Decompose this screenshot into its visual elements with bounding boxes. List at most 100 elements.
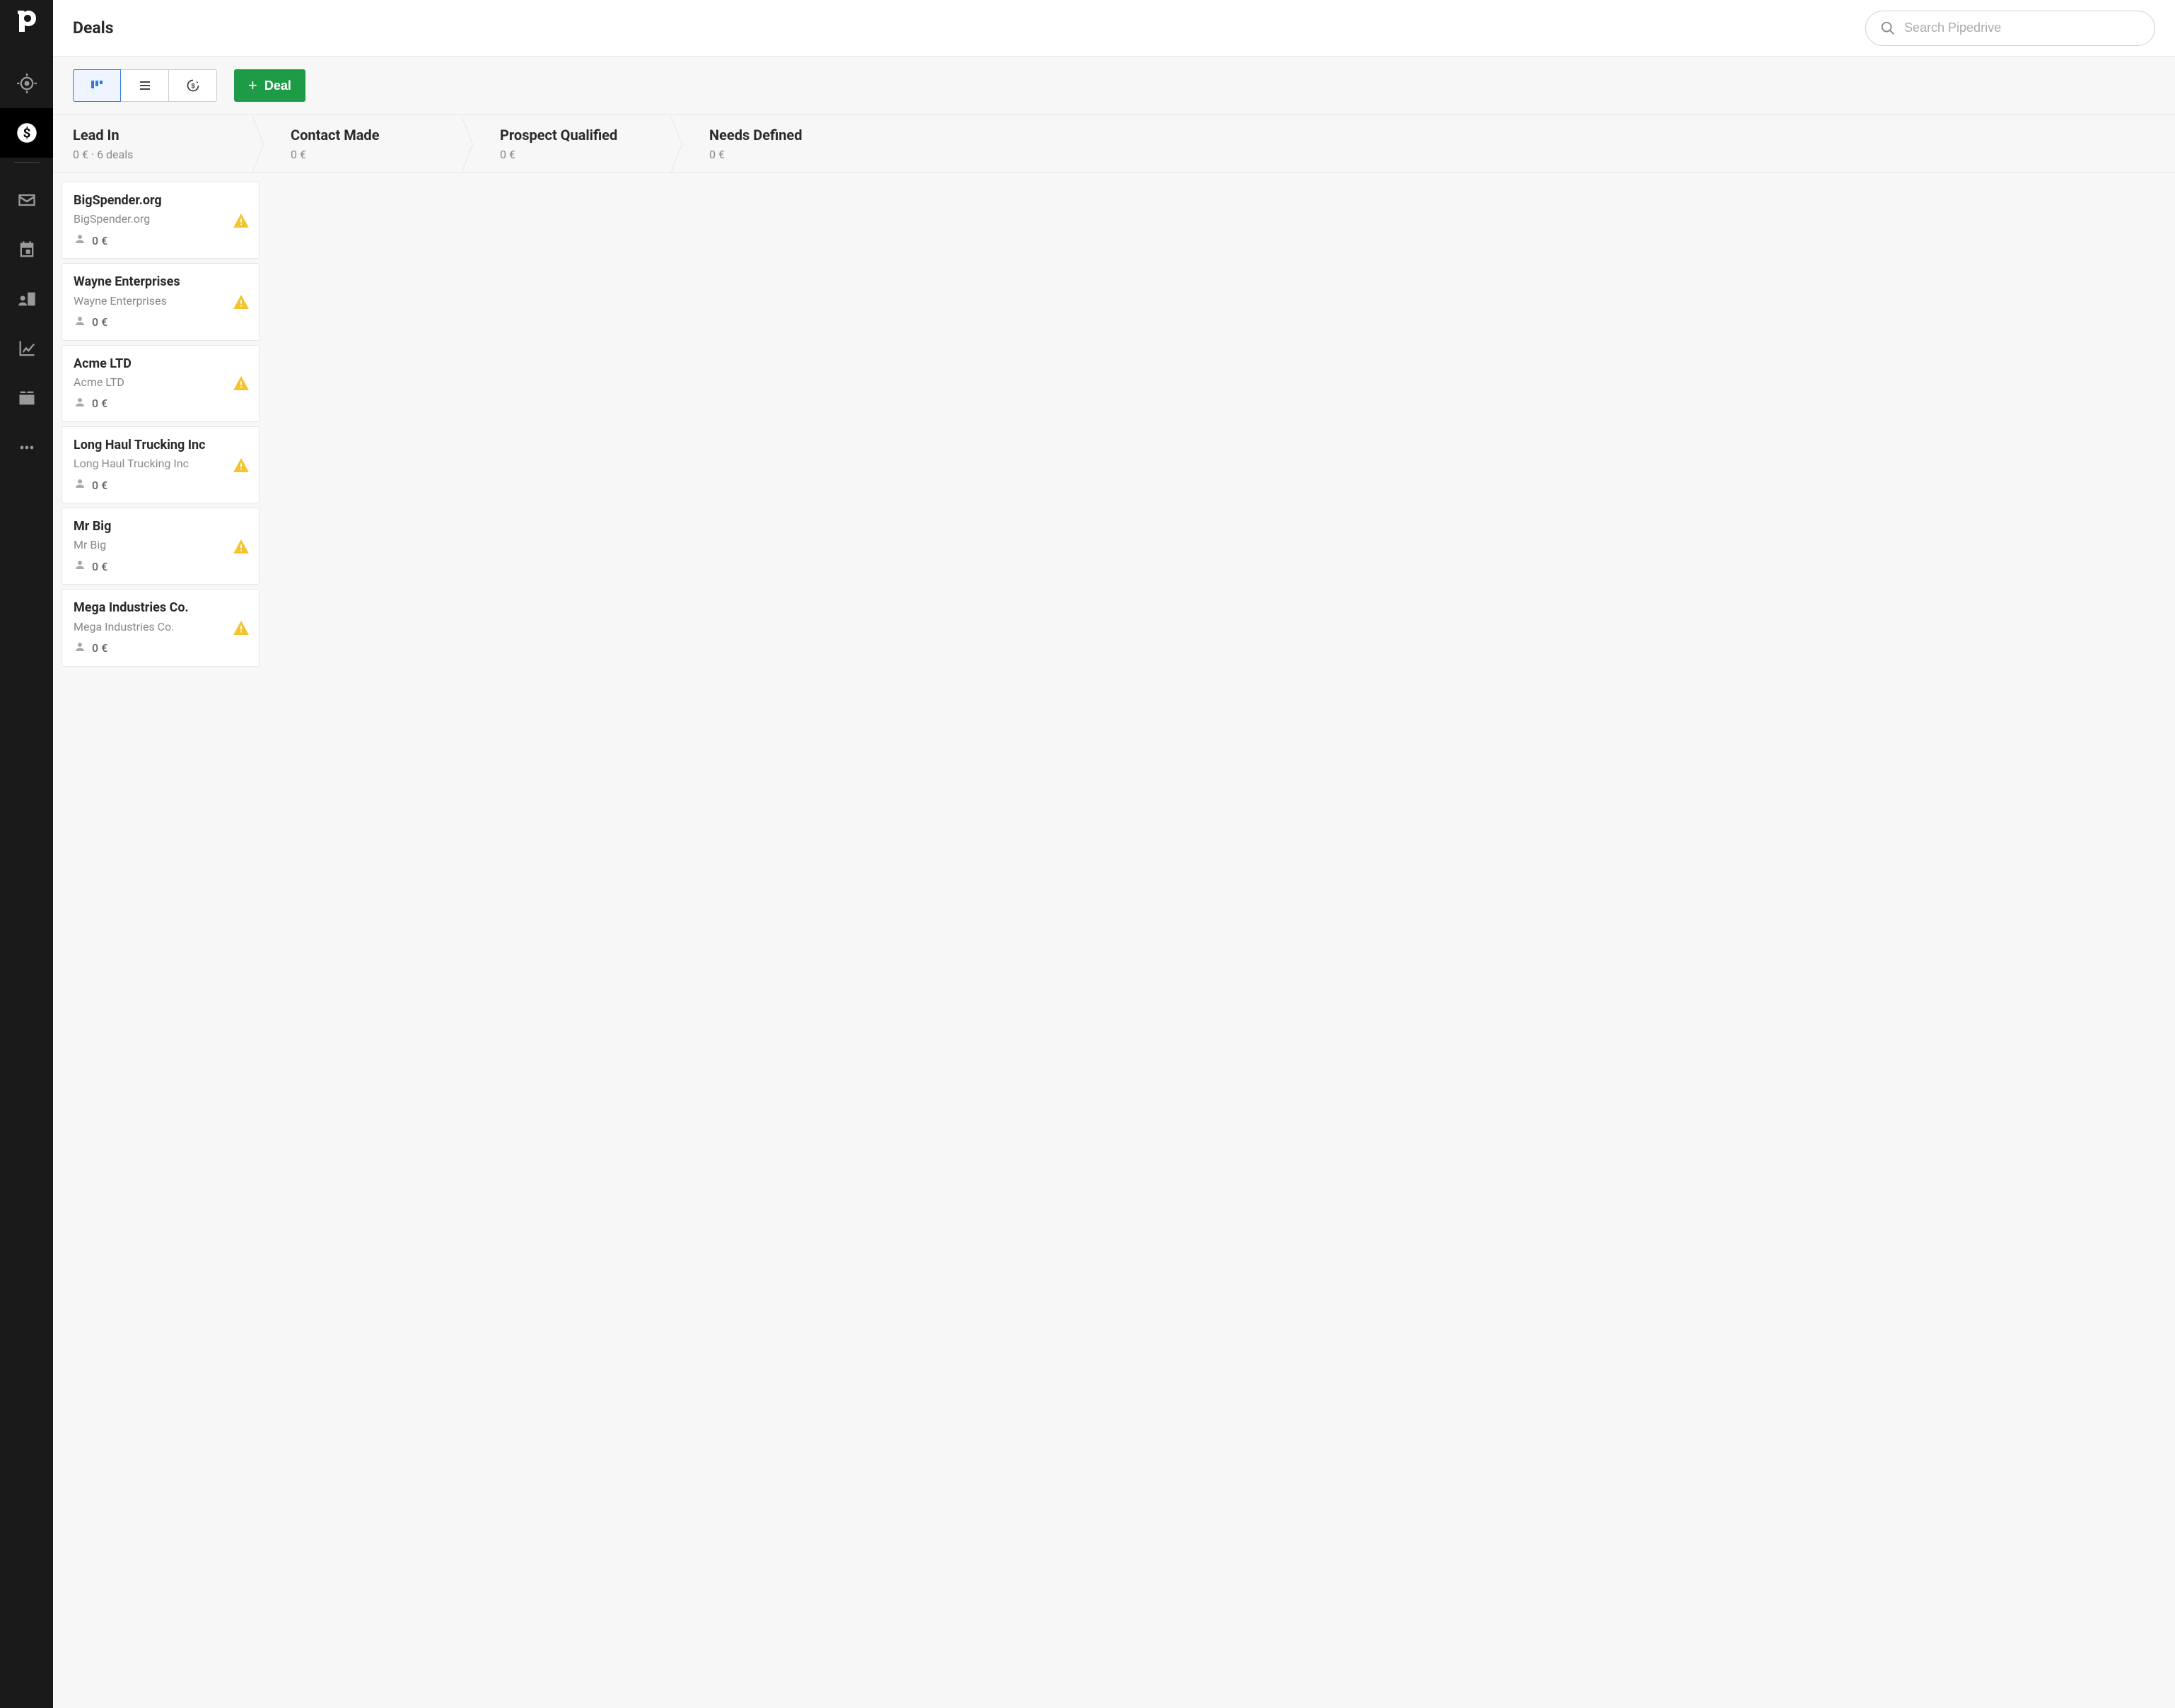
stage-meta: 0 € · 6 deals	[73, 148, 243, 161]
sidebar-item-deals[interactable]: $	[0, 108, 53, 158]
search-input[interactable]	[1904, 21, 2140, 35]
deal-org: Mr Big	[74, 538, 247, 551]
stage-arrow	[671, 115, 691, 172]
deal-card[interactable]: Mr Big Mr Big 0 €	[62, 508, 260, 585]
stage-header[interactable]: Lead In 0 € · 6 deals	[53, 115, 262, 172]
warning-icon[interactable]	[233, 458, 249, 472]
deals-board: BigSpender.org BigSpender.org 0 € Wayne …	[53, 173, 2175, 1708]
pipeline-view-button[interactable]	[73, 69, 121, 102]
stage-meta: 0 €	[291, 148, 452, 161]
pipeline-column: BigSpender.org BigSpender.org 0 € Wayne …	[62, 182, 260, 1700]
contacts-icon	[17, 289, 37, 309]
deal-value: 0 €	[92, 234, 107, 247]
list-view-button[interactable]	[121, 69, 169, 102]
search-bar[interactable]	[1865, 11, 2155, 46]
deal-org: Acme LTD	[74, 375, 247, 389]
view-toggle: $	[73, 69, 217, 102]
deal-org: Wayne Enterprises	[74, 294, 247, 308]
person-icon	[74, 640, 86, 656]
deal-title: BigSpender.org	[74, 192, 247, 209]
pipeline-column	[469, 182, 667, 1700]
calendar-icon	[17, 240, 37, 259]
deal-title: Mr Big	[74, 518, 247, 535]
warning-icon[interactable]	[233, 376, 249, 390]
stage-meta: 0 €	[709, 148, 870, 161]
deal-value: 0 €	[92, 315, 107, 329]
add-deal-label: Deal	[264, 78, 291, 93]
box-icon	[17, 388, 37, 408]
warning-icon[interactable]	[233, 621, 249, 635]
target-icon	[17, 74, 37, 93]
stage-title: Needs Defined	[709, 127, 870, 144]
stage-arrow	[252, 115, 272, 172]
mail-icon	[17, 190, 37, 210]
stage-header[interactable]: Prospect Qualified 0 €	[472, 115, 681, 172]
deal-value: 0 €	[92, 560, 107, 573]
deal-card[interactable]: Mega Industries Co. Mega Industries Co. …	[62, 589, 260, 666]
svg-text:$: $	[191, 82, 194, 89]
warning-icon[interactable]	[233, 295, 249, 309]
stage-arrow	[462, 115, 482, 172]
stage-header[interactable]: Needs Defined 0 €	[681, 115, 890, 172]
warning-icon[interactable]	[233, 214, 249, 228]
pipeline-column	[265, 182, 463, 1700]
sidebar-item-more[interactable]	[0, 423, 53, 472]
page-header: Deals	[53, 0, 2175, 57]
deal-title: Wayne Enterprises	[74, 274, 247, 291]
deal-title: Long Haul Trucking Inc	[74, 437, 247, 454]
person-icon	[74, 477, 86, 493]
sidebar-divider	[14, 162, 40, 163]
sidebar-item-activities[interactable]	[0, 225, 53, 274]
forecast-icon: $	[186, 78, 200, 93]
pipeline-column	[672, 182, 870, 1700]
stages-header: Lead In 0 € · 6 deals Contact Made 0 € P…	[53, 115, 2175, 173]
svg-text:$: $	[23, 125, 30, 141]
stage-header[interactable]: Contact Made 0 €	[262, 115, 472, 172]
deal-org: Long Haul Trucking Inc	[74, 457, 247, 470]
app-logo[interactable]	[18, 11, 36, 37]
deal-footer: 0 €	[74, 640, 247, 656]
deal-value: 0 €	[92, 479, 107, 492]
deal-footer: 0 €	[74, 315, 247, 330]
deal-title: Acme LTD	[74, 356, 247, 373]
deal-footer: 0 €	[74, 477, 247, 493]
person-icon	[74, 558, 86, 574]
list-icon	[139, 79, 151, 92]
deal-card[interactable]: Acme LTD Acme LTD 0 €	[62, 345, 260, 422]
person-icon	[74, 233, 86, 248]
stage-title: Prospect Qualified	[500, 127, 661, 144]
toolbar: $ + Deal	[53, 57, 2175, 115]
sidebar-nav: $	[0, 0, 53, 1708]
chart-icon	[17, 339, 37, 358]
add-deal-button[interactable]: + Deal	[234, 69, 305, 102]
warning-icon[interactable]	[233, 539, 249, 554]
sidebar-item-mail[interactable]	[0, 175, 53, 225]
stage-title: Lead In	[73, 127, 243, 144]
deal-footer: 0 €	[74, 233, 247, 248]
deal-footer: 0 €	[74, 558, 247, 574]
sidebar-item-insights[interactable]	[0, 324, 53, 373]
deal-card[interactable]: Long Haul Trucking Inc Long Haul Truckin…	[62, 426, 260, 503]
search-icon	[1880, 21, 1896, 36]
person-icon	[74, 315, 86, 330]
deal-title: Mega Industries Co.	[74, 599, 247, 616]
deal-card[interactable]: Wayne Enterprises Wayne Enterprises 0 €	[62, 263, 260, 340]
deal-footer: 0 €	[74, 396, 247, 411]
deal-org: Mega Industries Co.	[74, 620, 247, 633]
stage-title: Contact Made	[291, 127, 452, 144]
deal-value: 0 €	[92, 641, 107, 655]
sidebar-item-contacts[interactable]	[0, 274, 53, 324]
stage-meta: 0 €	[500, 148, 661, 161]
dots-icon	[17, 438, 37, 457]
dollar-circle-icon: $	[16, 122, 37, 144]
sidebar-item-products[interactable]	[0, 373, 53, 423]
person-icon	[74, 396, 86, 411]
page-title: Deals	[73, 18, 114, 37]
deal-value: 0 €	[92, 397, 107, 410]
deal-org: BigSpender.org	[74, 212, 247, 226]
forecast-view-button[interactable]: $	[169, 69, 217, 102]
deal-card[interactable]: BigSpender.org BigSpender.org 0 €	[62, 182, 260, 259]
plus-icon: +	[248, 78, 257, 93]
pipeline-icon	[91, 79, 103, 92]
sidebar-item-leads[interactable]	[0, 59, 53, 108]
